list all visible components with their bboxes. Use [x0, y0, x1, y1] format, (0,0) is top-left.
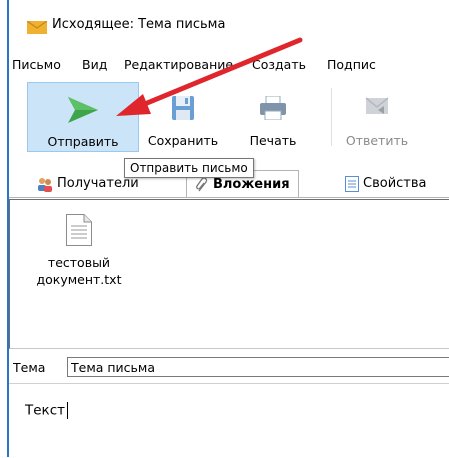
send-tooltip: Отправить письмо: [124, 158, 254, 178]
menu-letter[interactable]: Письмо: [12, 57, 61, 72]
envelope-icon: [27, 21, 47, 34]
menu-edit[interactable]: Редактирование: [124, 57, 233, 72]
save-icon: [172, 96, 194, 120]
recipients-icon: [38, 177, 52, 192]
save-label: Сохранить: [147, 133, 219, 148]
print-icon: [260, 96, 286, 120]
toolbar-separator: [331, 88, 332, 146]
properties-icon: [345, 175, 359, 192]
attachments-panel: тестовый документ.txt: [9, 199, 449, 349]
reply-button[interactable]: Ответить: [335, 82, 419, 152]
toolbar: Отправить Сохранить Печать Ответить: [9, 82, 449, 154]
attachment-file[interactable]: тестовый документ.txt: [24, 214, 134, 288]
text-caret: [67, 402, 68, 419]
send-button[interactable]: Отправить: [27, 82, 139, 152]
tab-attachments-label: Вложения: [213, 177, 290, 192]
print-label: Печать: [249, 133, 297, 148]
reply-label: Ответить: [345, 133, 409, 148]
attachments-icon: [196, 176, 208, 191]
window-title: Исходящее: Тема письма: [52, 17, 226, 32]
body-text-value: Текст: [25, 402, 65, 419]
subject-row: Тема: [9, 357, 449, 379]
tab-properties-label: Свойства: [363, 176, 427, 191]
text-file-icon: [66, 214, 92, 246]
print-button[interactable]: Печать: [237, 82, 309, 152]
send-icon: [68, 97, 98, 123]
tab-recipients-label: Получатели: [57, 176, 139, 191]
title-bar: Исходящее: Тема письма: [9, 0, 449, 40]
mail-compose-window: Исходящее: Тема письма Письмо Вид Редакт…: [0, 0, 449, 457]
message-body-text: Текст: [25, 402, 68, 419]
send-label: Отправить: [47, 134, 119, 149]
attachment-file-name-line1: тестовый: [47, 255, 111, 270]
menu-create[interactable]: Создать: [252, 57, 306, 72]
attachment-file-name-line2: документ.txt: [36, 272, 122, 287]
reply-icon: [365, 97, 389, 114]
menu-signature[interactable]: Подпис: [327, 57, 376, 72]
tabs-divider: [9, 197, 449, 198]
subject-input[interactable]: [67, 357, 449, 377]
save-button[interactable]: Сохранить: [143, 82, 223, 152]
subject-label: Тема: [13, 360, 46, 375]
menu-bar: Письмо Вид Редактирование Создать Подпис: [9, 57, 449, 77]
menu-view[interactable]: Вид: [82, 57, 107, 72]
message-body[interactable]: Текст: [9, 383, 449, 458]
tab-properties[interactable]: Свойства: [345, 170, 427, 197]
